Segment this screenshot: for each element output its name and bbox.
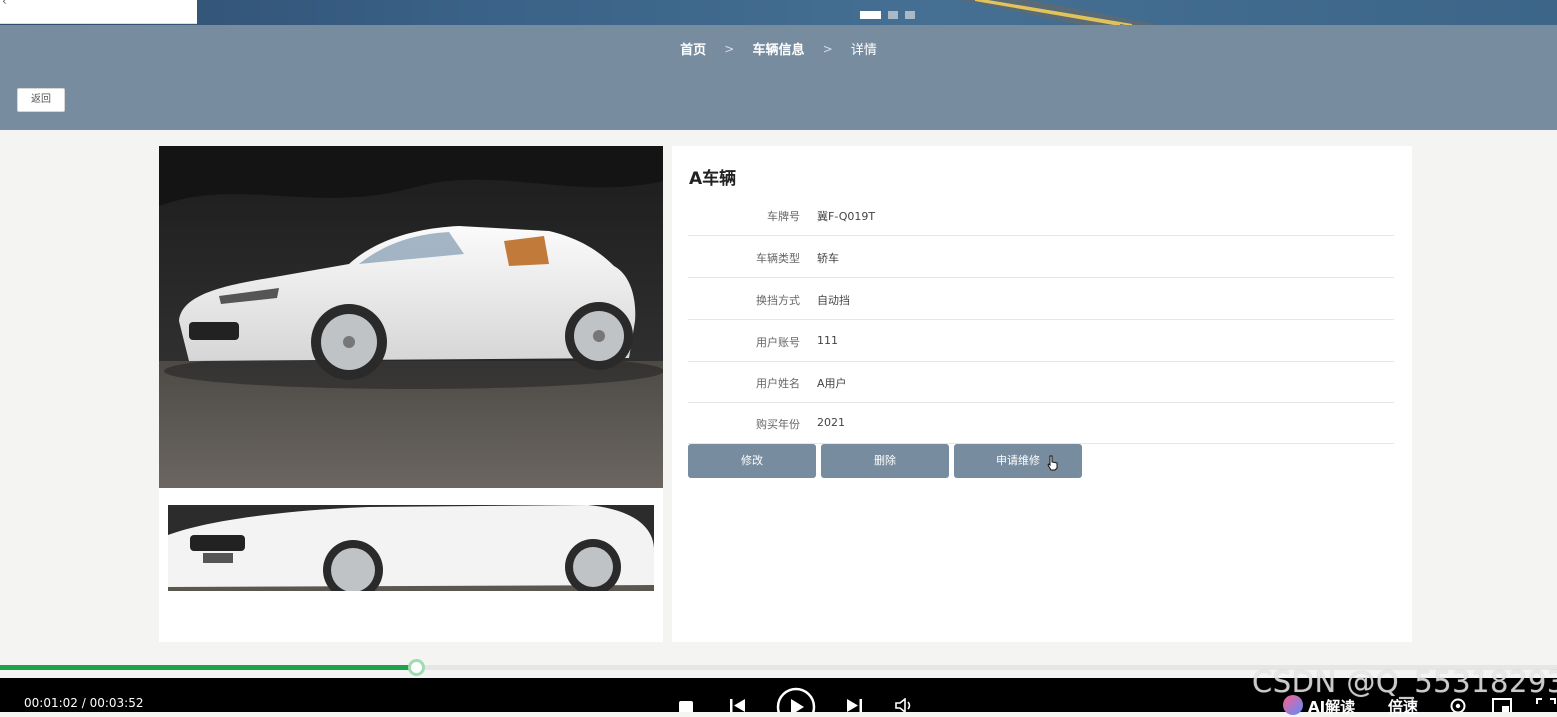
car-detail-panel: A车辆 车牌号 冀F-Q019T 车辆类型 轿车 换挡方式 自动挡 用户账号 1… bbox=[672, 146, 1412, 642]
page-header: 首页 > 车辆信息 > 详情 返回 bbox=[0, 25, 1557, 130]
field-value: A用户 bbox=[817, 377, 847, 390]
field-label: 车辆类型 bbox=[756, 252, 800, 265]
car-main-image[interactable] bbox=[159, 146, 663, 488]
detail-row-gear: 换挡方式 自动挡 bbox=[688, 278, 1394, 320]
stop-icon[interactable] bbox=[678, 700, 694, 712]
video-time: 00:01:02 / 00:03:52 bbox=[24, 696, 144, 710]
next-icon[interactable] bbox=[845, 698, 863, 712]
fullscreen-icon[interactable] bbox=[1536, 698, 1556, 712]
carousel-dot-3[interactable] bbox=[905, 11, 915, 19]
video-progress-fill bbox=[0, 665, 416, 670]
field-value: 冀F-Q019T bbox=[817, 210, 876, 223]
carousel-dot-2[interactable] bbox=[888, 11, 898, 19]
breadcrumb-separator: > bbox=[724, 41, 735, 56]
breadcrumb-separator: > bbox=[822, 41, 833, 56]
detail-row-type: 车辆类型 轿车 bbox=[688, 236, 1394, 278]
field-label: 车牌号 bbox=[767, 210, 800, 223]
volume-icon[interactable] bbox=[895, 698, 913, 712]
delete-button[interactable]: 删除 bbox=[821, 444, 949, 478]
breadcrumb-vehicle-info[interactable]: 车辆信息 bbox=[752, 39, 804, 58]
breadcrumb-current: 详情 bbox=[850, 43, 877, 58]
field-value: 轿车 bbox=[817, 252, 839, 265]
prev-icon[interactable] bbox=[729, 698, 747, 712]
csdn-watermark: CSDN @Q_55318293 bbox=[1252, 665, 1557, 699]
pointer-cursor-icon bbox=[1047, 455, 1058, 471]
play-icon[interactable] bbox=[776, 687, 816, 712]
apply-repair-button[interactable]: 申请维修 bbox=[954, 444, 1082, 478]
detail-row-account: 用户账号 111 bbox=[688, 320, 1394, 362]
banner-road-image bbox=[960, 0, 1160, 25]
ai-read-label[interactable]: AI解读 bbox=[1308, 696, 1355, 717]
field-label: 换挡方式 bbox=[756, 294, 800, 307]
settings-icon[interactable] bbox=[1449, 697, 1467, 712]
car-image-panel bbox=[159, 146, 663, 642]
carousel-dot-1[interactable] bbox=[860, 11, 881, 19]
car-thumbnail-image[interactable] bbox=[168, 505, 654, 591]
detail-row-year: 购买年份 2021 bbox=[688, 402, 1394, 444]
field-label: 用户账号 bbox=[756, 336, 800, 349]
breadcrumb-home[interactable]: 首页 bbox=[680, 39, 706, 58]
field-value: 111 bbox=[817, 334, 838, 347]
field-label: 购买年份 bbox=[756, 418, 800, 431]
field-value: 2021 bbox=[817, 416, 845, 429]
playback-speed-button[interactable]: 倍速 bbox=[1388, 696, 1418, 717]
detail-row-username: 用户姓名 A用户 bbox=[688, 361, 1394, 403]
car-title: A车辆 bbox=[689, 169, 737, 189]
detail-row-plate: 车牌号 冀F-Q019T bbox=[688, 194, 1394, 236]
field-label: 用户姓名 bbox=[756, 377, 800, 390]
breadcrumb: 首页 > 车辆信息 > 详情 bbox=[0, 39, 1557, 59]
field-value: 自动挡 bbox=[817, 294, 850, 307]
chevron-left-icon[interactable]: ‹ bbox=[2, 0, 7, 8]
pip-icon[interactable] bbox=[1492, 698, 1512, 712]
back-button[interactable]: 返回 bbox=[17, 88, 65, 112]
edit-button[interactable]: 修改 bbox=[688, 444, 816, 478]
video-progress-handle[interactable] bbox=[407, 659, 425, 676]
top-banner-carousel[interactable] bbox=[0, 0, 1557, 25]
top-search-box[interactable]: ‹ bbox=[0, 0, 197, 24]
